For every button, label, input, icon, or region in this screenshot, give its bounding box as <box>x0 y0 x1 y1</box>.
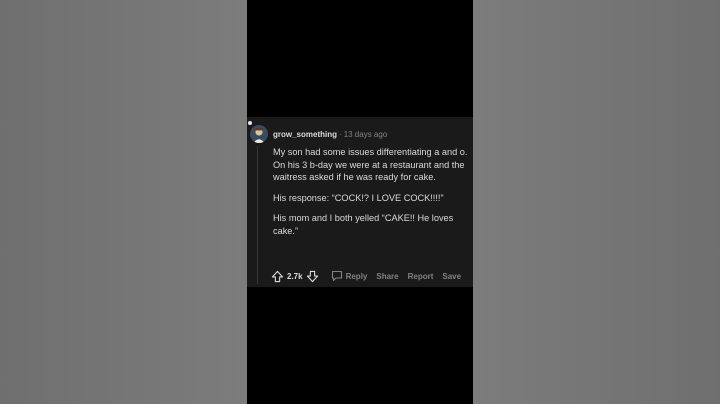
online-indicator <box>248 121 252 125</box>
comment-actions: 2.7k Reply Share Report Save <box>271 269 461 283</box>
comment-card: grow_something · 13 days ago My son had so… <box>247 117 473 287</box>
comment-paragraph: His response: “COCK!? I LOVE COCK!!!!” <box>273 192 444 203</box>
share-button[interactable]: Share <box>376 272 398 281</box>
arrow-up-icon[interactable] <box>271 270 284 283</box>
thread-line[interactable] <box>257 146 258 284</box>
timestamp[interactable]: 13 days ago <box>344 130 388 139</box>
video-frame: grow_something · 13 days ago My son had so… <box>247 0 473 404</box>
blurred-background-left <box>0 0 247 404</box>
avatar-icon <box>250 125 268 143</box>
comment-paragraph: His mom and I both yelled “CAKE!! He lov… <box>273 213 454 236</box>
reply-button[interactable]: Reply <box>331 270 368 282</box>
user-avatar[interactable] <box>250 125 268 143</box>
save-button[interactable]: Save <box>442 272 461 281</box>
comment-body: My son had some issues differentiating a… <box>273 146 469 245</box>
blurred-background-right <box>473 0 720 404</box>
arrow-down-icon[interactable] <box>306 270 319 283</box>
comment-paragraph: My son had some issues differentiating a… <box>273 147 468 182</box>
username[interactable]: grow_something <box>273 130 337 139</box>
report-button[interactable]: Report <box>408 272 434 281</box>
speech-bubble-icon <box>331 270 343 282</box>
vote-score: 2.7k <box>287 271 303 281</box>
comment-meta: grow_something · 13 days ago <box>273 130 387 139</box>
meta-separator: · <box>339 130 342 139</box>
reply-label: Reply <box>345 271 368 281</box>
